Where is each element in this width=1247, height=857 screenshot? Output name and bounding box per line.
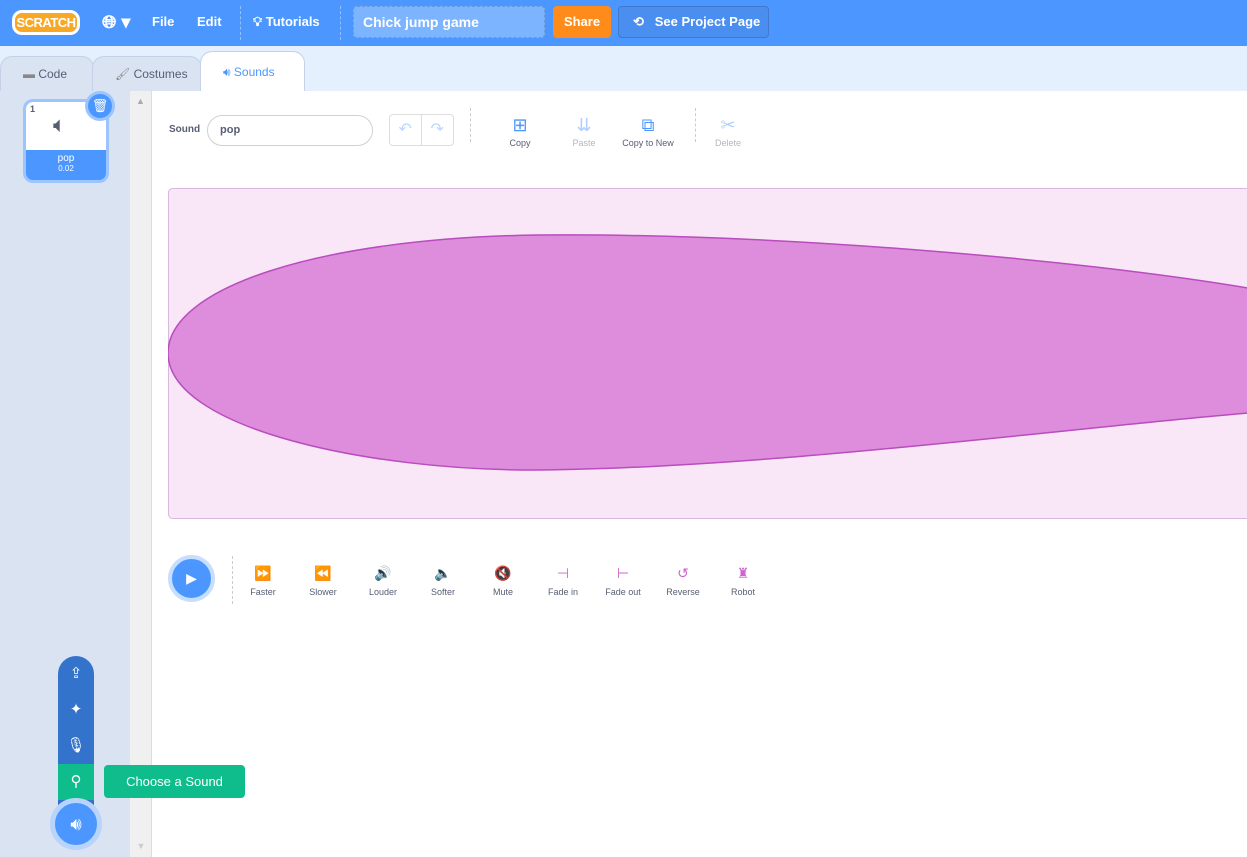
louder-icon: 🔊	[374, 565, 392, 581]
sound-duration: 0.02	[58, 164, 74, 173]
speaker-plus-icon: 🔊︎	[70, 814, 82, 834]
tooltip-text: Choose a Sound	[126, 774, 223, 789]
play-icon: ▶	[186, 570, 197, 586]
effect-louder[interactable]: 🔊 Louder	[353, 565, 413, 597]
brush-icon: 🖌︎	[115, 67, 131, 81]
sound-name-input[interactable]: pop	[207, 115, 373, 146]
see-project-page-button[interactable]: ⟲ See Project Page	[618, 6, 769, 38]
effect-fade-in[interactable]: ⊣ Fade in	[533, 565, 593, 597]
paste-button[interactable]: ⇊ Paste	[549, 112, 619, 148]
microphone-icon: 🎙︎	[66, 737, 86, 754]
effect-faster[interactable]: ⏩ Faster	[233, 565, 293, 597]
delete-sound-button[interactable]: 🗑︎	[85, 91, 115, 121]
effect-label: Reverse	[666, 587, 700, 597]
faster-icon: ⏩	[254, 565, 272, 581]
speaker-icon: 🔈︎	[53, 112, 67, 137]
code-icon: ▬	[23, 67, 35, 81]
copy-button[interactable]: ⊞ Copy	[485, 112, 555, 148]
add-sound-menu: ⇪ ✦ 🎙︎ ⚲	[58, 656, 94, 806]
surprise-button[interactable]: ✦	[58, 692, 94, 728]
softer-icon: 🔈	[434, 565, 452, 581]
effect-softer[interactable]: 🔈 Softer	[413, 565, 473, 597]
see-project-label: See Project Page	[654, 14, 761, 29]
scrollbar[interactable]: ▲ ▼	[130, 91, 152, 857]
reverse-icon: ↺	[677, 565, 689, 581]
search-icon: ⚲	[70, 773, 82, 790]
effect-reverse[interactable]: ↺ Reverse	[653, 565, 713, 597]
scissors-icon: ✂	[720, 115, 736, 135]
tab-costumes[interactable]: 🖌︎ Costumes	[92, 56, 202, 91]
slower-icon: ⏪	[314, 565, 332, 581]
tab-sounds[interactable]: 🔊︎ Sounds	[200, 51, 305, 91]
undo-button[interactable]: ↶	[390, 115, 422, 145]
record-button[interactable]: 🎙︎	[58, 728, 94, 764]
effect-robot[interactable]: ♜ Robot	[713, 565, 773, 597]
tutorials-button[interactable]: 💡︎ Tutorials	[253, 0, 320, 46]
tutorials-label: Tutorials	[265, 14, 320, 29]
project-title-input[interactable]: Chick jump game	[353, 6, 545, 38]
copy-to-new-icon: ⧉	[641, 115, 655, 135]
play-button[interactable]: ▶	[168, 555, 215, 602]
scratch-logo[interactable]: SCRATCH	[12, 10, 80, 35]
globe-icon[interactable]: 🌐︎ ▾	[102, 0, 130, 46]
effect-label: Fade out	[605, 587, 641, 597]
effect-mute[interactable]: 🔇 Mute	[473, 565, 533, 597]
robot-icon: ♜	[736, 565, 750, 581]
paste-icon: ⇊	[576, 115, 592, 135]
tab-label: Code	[38, 67, 68, 81]
effect-label: Softer	[430, 587, 455, 597]
add-sound-button[interactable]: 🔊︎	[50, 798, 102, 850]
tool-label: Delete	[714, 138, 741, 148]
effect-label: Slower	[309, 587, 337, 597]
tool-label: Paste	[572, 138, 596, 148]
fade-in-icon: ⊣	[556, 565, 570, 581]
copy-to-new-button[interactable]: ⧉ Copy to New	[613, 112, 683, 148]
file-menu[interactable]: File	[152, 0, 174, 46]
share-button[interactable]: Share	[553, 6, 611, 38]
choose-sound-button[interactable]: ⚲	[58, 764, 94, 800]
effect-fade-out[interactable]: ⊢ Fade out	[593, 565, 653, 597]
effect-label: Robot	[730, 587, 756, 597]
lightbulb-icon: 💡︎	[253, 14, 263, 29]
sound-index: 1	[30, 104, 36, 114]
edit-menu[interactable]: Edit	[197, 0, 222, 46]
effect-label: Faster	[250, 587, 276, 597]
menu-bar: SCRATCH 🌐︎ ▾ File Edit 💡︎ Tutorials Chic…	[0, 0, 1247, 46]
mute-icon: 🔇	[494, 565, 512, 581]
tab-code[interactable]: ▬ Code	[0, 56, 94, 91]
tab-label: Costumes	[133, 67, 188, 81]
sparkle-icon: ✦	[69, 701, 83, 718]
upload-icon: ⇪	[69, 665, 83, 682]
tooltip: Choose a Sound	[104, 765, 245, 798]
effect-label: Mute	[492, 587, 513, 597]
sound-name: pop	[57, 153, 75, 164]
speaker-icon: 🔊︎	[223, 65, 231, 79]
waveform-display[interactable]	[168, 188, 1247, 519]
sound-name-label: Sound	[169, 124, 201, 135]
effect-label: Fade in	[547, 587, 579, 597]
redo-button[interactable]: ↷	[422, 115, 453, 145]
copy-icon: ⊞	[512, 115, 528, 135]
effect-slower[interactable]: ⏪ Slower	[293, 565, 353, 597]
fade-out-icon: ⊢	[616, 565, 630, 581]
effect-label: Louder	[368, 587, 398, 597]
tab-label: Sounds	[233, 65, 275, 79]
delete-button[interactable]: ✂ Delete	[693, 112, 763, 148]
upload-sound-button[interactable]: ⇪	[58, 656, 94, 692]
tool-label: Copy	[509, 138, 531, 148]
trash-icon: 🗑︎	[91, 98, 109, 113]
tool-label: Copy to New	[622, 138, 674, 148]
remix-icon: ⟲	[633, 14, 644, 29]
